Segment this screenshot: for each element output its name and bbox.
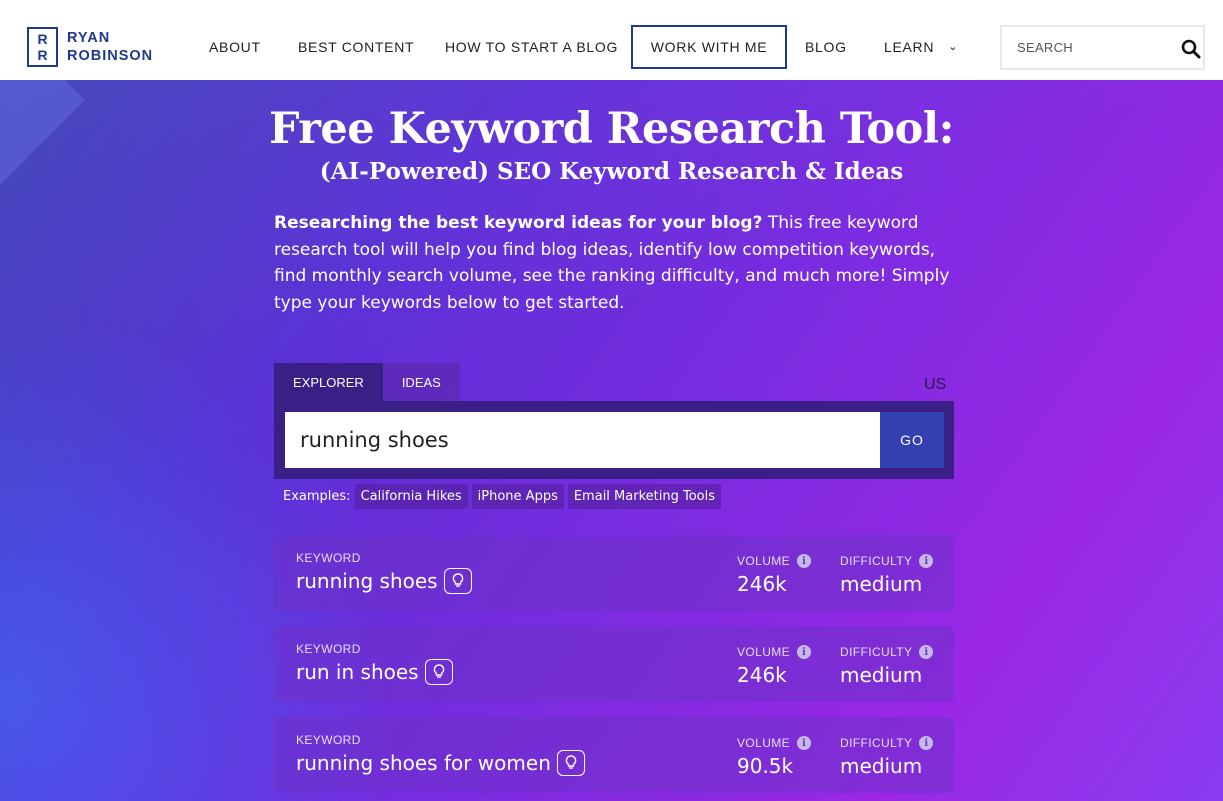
page-title: Free Keyword Research Tool: (269, 104, 955, 154)
volume-value: 90.5k (737, 754, 794, 778)
keyword-text: run in shoes (296, 660, 419, 684)
search-icon[interactable] (1181, 39, 1201, 59)
difficulty-label-text: DIFFICULTY (840, 554, 913, 568)
result-card[interactable]: KEYWORD running shoes for women VOLUME i … (274, 717, 954, 793)
site-search-input[interactable] (1002, 27, 1172, 68)
volume-label: VOLUME i (737, 554, 812, 568)
keyword-text: running shoes for women (296, 751, 551, 775)
nav-work-with-me[interactable]: WORK WITH ME (631, 25, 787, 69)
example-chip[interactable]: iPhone Apps (471, 484, 564, 509)
keyword-text: running shoes (296, 569, 438, 593)
logo-mark: R R (27, 27, 58, 67)
site-header: R R RYAN ROBINSON ABOUT BEST CONTENT HOW… (0, 0, 1223, 80)
intro-text: Researching the best keyword ideas for y… (274, 210, 964, 316)
difficulty-value: medium (840, 663, 923, 687)
result-card[interactable]: KEYWORD run in shoes VOLUME i 246k DIFFIC… (274, 626, 954, 702)
country-selector[interactable]: US (924, 376, 946, 394)
info-icon[interactable]: i (797, 554, 812, 568)
keyword-search-panel: GO (274, 401, 954, 479)
lightbulb-icon[interactable] (443, 568, 472, 594)
keyword-label: KEYWORD (296, 733, 361, 747)
keyword-input[interactable] (285, 412, 881, 468)
volume-label-text: VOLUME (737, 554, 791, 568)
result-card[interactable]: KEYWORD running shoes VOLUME i 246k DIFFI… (274, 535, 954, 611)
nav-how-to-start-a-blog[interactable]: HOW TO START A BLOG (445, 39, 618, 55)
keyword-value: running shoes (296, 568, 472, 594)
nav-learn[interactable]: LEARN ⌄ (884, 39, 958, 55)
volume-label: VOLUME i (737, 645, 812, 659)
difficulty-label: DIFFICULTY i (840, 736, 934, 750)
volume-label: VOLUME i (737, 736, 812, 750)
difficulty-value: medium (840, 754, 923, 778)
difficulty-label: DIFFICULTY i (840, 645, 934, 659)
info-icon[interactable]: i (919, 736, 934, 750)
examples-row: Examples: California Hikes iPhone Apps E… (283, 484, 725, 509)
nav-blog[interactable]: BLOG (805, 39, 847, 55)
logo-mark-bottom: R (37, 47, 48, 63)
example-chip[interactable]: Email Marketing Tools (567, 484, 721, 509)
keyword-value: running shoes for women (296, 750, 585, 776)
logo-text: RYAN ROBINSON (67, 29, 153, 65)
logo-mark-top: R (37, 31, 48, 47)
volume-label-text: VOLUME (737, 645, 791, 659)
difficulty-value: medium (840, 572, 923, 596)
chevron-down-icon: ⌄ (948, 41, 959, 53)
example-chip[interactable]: California Hikes (354, 484, 468, 509)
lightbulb-icon[interactable] (424, 659, 453, 685)
intro-bold: Researching the best keyword ideas for y… (274, 213, 763, 233)
nav-best-content[interactable]: BEST CONTENT (298, 39, 414, 55)
site-search (1000, 25, 1205, 70)
keyword-label: KEYWORD (296, 642, 361, 656)
hero-section: Free Keyword Research Tool: (AI-Powered)… (0, 80, 1223, 801)
difficulty-label-text: DIFFICULTY (840, 736, 913, 750)
lightbulb-icon[interactable] (556, 750, 585, 776)
difficulty-label: DIFFICULTY i (840, 554, 934, 568)
nav-about[interactable]: ABOUT (209, 39, 261, 55)
logo-text-line1: RYAN (67, 30, 111, 46)
info-icon[interactable]: i (797, 645, 812, 659)
keyword-value: run in shoes (296, 659, 453, 685)
site-logo[interactable]: R R RYAN ROBINSON (27, 27, 153, 67)
tab-ideas[interactable]: IDEAS (382, 363, 460, 401)
tab-explorer[interactable]: EXPLORER (274, 363, 383, 401)
info-icon[interactable]: i (919, 554, 934, 568)
go-button[interactable]: GO (880, 412, 944, 468)
page-subtitle: (AI-Powered) SEO Keyword Research & Idea… (319, 158, 904, 185)
info-icon[interactable]: i (919, 645, 934, 659)
volume-label-text: VOLUME (737, 736, 791, 750)
examples-label: Examples: (283, 489, 351, 504)
logo-text-line2: ROBINSON (67, 48, 154, 64)
nav-work-with-me-label: WORK WITH ME (650, 39, 768, 55)
keyword-label: KEYWORD (296, 551, 361, 565)
info-icon[interactable]: i (797, 736, 812, 750)
tool-tabs: EXPLORER IDEAS (274, 363, 460, 401)
volume-value: 246k (737, 572, 787, 596)
volume-value: 246k (737, 663, 787, 687)
difficulty-label-text: DIFFICULTY (840, 645, 913, 659)
nav-learn-label: LEARN (884, 39, 935, 55)
